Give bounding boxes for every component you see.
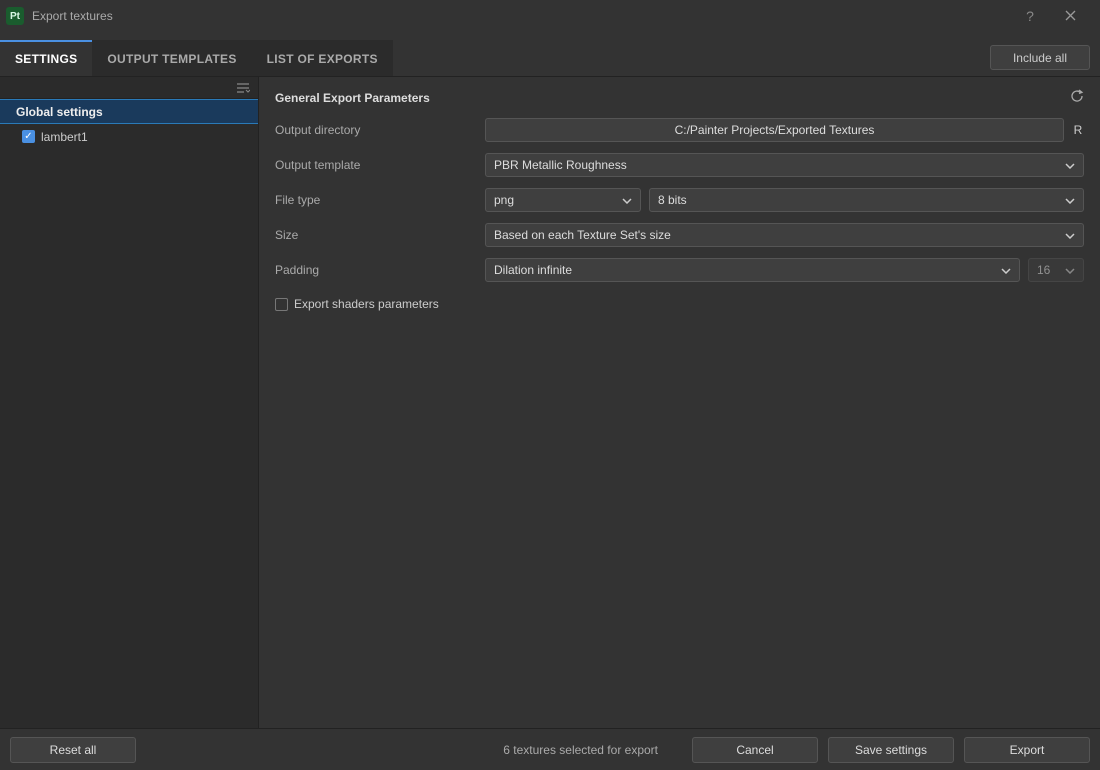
row-export-shaders: Export shaders parameters bbox=[275, 293, 1084, 311]
close-button[interactable] bbox=[1050, 0, 1090, 32]
padding-dropdown[interactable]: Dilation infinite bbox=[485, 258, 1020, 282]
content-area: Global settings ✓ lambert1 General Expor… bbox=[0, 76, 1100, 728]
main-panel: General Export Parameters Output directo… bbox=[258, 77, 1100, 728]
row-file-type: File type png 8 bits bbox=[275, 188, 1084, 212]
padding-value: Dilation infinite bbox=[494, 263, 572, 277]
export-button[interactable]: Export bbox=[964, 737, 1090, 763]
cancel-button[interactable]: Cancel bbox=[692, 737, 818, 763]
title-bar: Pt Export textures ? bbox=[0, 0, 1100, 32]
tab-output-templates[interactable]: OUTPUT TEMPLATES bbox=[92, 40, 251, 76]
label-padding: Padding bbox=[275, 263, 485, 277]
padding-amount-dropdown: 16 bbox=[1028, 258, 1084, 282]
label-output-directory: Output directory bbox=[275, 123, 485, 137]
bit-depth-dropdown[interactable]: 8 bits bbox=[649, 188, 1084, 212]
row-padding: Padding Dilation infinite 16 bbox=[275, 258, 1084, 282]
chevron-down-icon bbox=[1065, 158, 1075, 172]
status-text: 6 textures selected for export bbox=[503, 743, 658, 757]
padding-amount-value: 16 bbox=[1037, 263, 1050, 277]
label-output-template: Output template bbox=[275, 158, 485, 172]
output-directory-value: C:/Painter Projects/Exported Textures bbox=[494, 123, 1055, 137]
section-title: General Export Parameters bbox=[275, 91, 1070, 105]
export-shaders-checkbox[interactable]: Export shaders parameters bbox=[275, 297, 439, 311]
file-type-dropdown[interactable]: png bbox=[485, 188, 641, 212]
sidebar: Global settings ✓ lambert1 bbox=[0, 77, 258, 728]
list-options-icon[interactable] bbox=[236, 82, 250, 94]
label-size: Size bbox=[275, 228, 485, 242]
sidebar-item-label: lambert1 bbox=[41, 130, 88, 144]
bottom-bar: Reset all 6 textures selected for export… bbox=[0, 728, 1100, 770]
chevron-down-icon bbox=[622, 193, 632, 207]
file-type-value: png bbox=[494, 193, 514, 207]
label-file-type: File type bbox=[275, 193, 485, 207]
tab-list-of-exports[interactable]: LIST OF EXPORTS bbox=[252, 40, 393, 76]
output-template-dropdown[interactable]: PBR Metallic Roughness bbox=[485, 153, 1084, 177]
row-size: Size Based on each Texture Set's size bbox=[275, 223, 1084, 247]
row-output-directory: Output directory C:/Painter Projects/Exp… bbox=[275, 118, 1084, 142]
tab-settings[interactable]: SETTINGS bbox=[0, 40, 92, 76]
size-value: Based on each Texture Set's size bbox=[494, 228, 671, 242]
sidebar-texture-set-item[interactable]: ✓ lambert1 bbox=[0, 124, 258, 149]
help-icon: ? bbox=[1026, 8, 1034, 24]
tab-bar-row: SETTINGS OUTPUT TEMPLATES LIST OF EXPORT… bbox=[0, 32, 1100, 76]
chevron-down-icon bbox=[1001, 263, 1011, 277]
size-dropdown[interactable]: Based on each Texture Set's size bbox=[485, 223, 1084, 247]
checkbox-unchecked-icon bbox=[275, 298, 288, 311]
form: Output directory C:/Painter Projects/Exp… bbox=[259, 118, 1100, 311]
include-all-button[interactable]: Include all bbox=[990, 45, 1090, 70]
chevron-down-icon bbox=[1065, 228, 1075, 242]
sidebar-global-settings[interactable]: Global settings bbox=[0, 99, 258, 124]
save-settings-button[interactable]: Save settings bbox=[828, 737, 954, 763]
tab-bar: SETTINGS OUTPUT TEMPLATES LIST OF EXPORT… bbox=[0, 40, 990, 76]
output-directory-field[interactable]: C:/Painter Projects/Exported Textures bbox=[485, 118, 1064, 142]
row-output-template: Output template PBR Metallic Roughness bbox=[275, 153, 1084, 177]
reset-section-icon[interactable] bbox=[1070, 89, 1084, 106]
output-template-value: PBR Metallic Roughness bbox=[494, 158, 627, 172]
app-icon: Pt bbox=[6, 7, 24, 25]
chevron-down-icon bbox=[1065, 193, 1075, 207]
chevron-down-icon bbox=[1065, 263, 1075, 277]
export-shaders-label: Export shaders parameters bbox=[294, 297, 439, 311]
checkbox-checked-icon[interactable]: ✓ bbox=[22, 130, 35, 143]
sidebar-toolstrip bbox=[0, 77, 258, 99]
close-icon bbox=[1065, 8, 1076, 24]
bit-depth-value: 8 bits bbox=[658, 193, 687, 207]
reset-all-button[interactable]: Reset all bbox=[10, 737, 136, 763]
window-title: Export textures bbox=[32, 9, 113, 23]
output-directory-reset-button[interactable]: R bbox=[1072, 123, 1084, 137]
help-button[interactable]: ? bbox=[1010, 0, 1050, 32]
